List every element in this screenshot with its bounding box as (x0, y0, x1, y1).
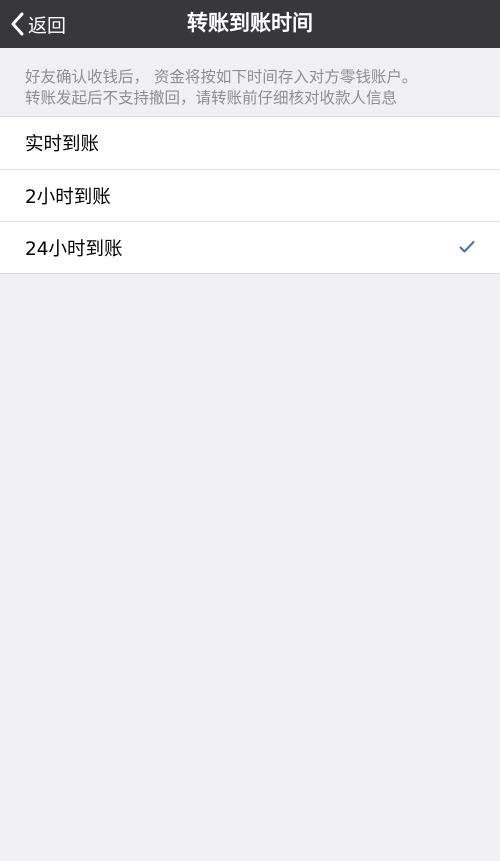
notice-line-1: 好友确认收钱后， 资金将按如下时间存入对方零钱账户。 (25, 68, 418, 86)
transfer-notice: 好友确认收钱后， 资金将按如下时间存入对方零钱账户。 转账发起后不支持撤回，请转… (0, 48, 500, 116)
arrival-time-options: 实时到账 2小时到账 24小时到账 (0, 116, 500, 274)
option-24-hours[interactable]: 24小时到账 (0, 221, 500, 273)
check-icon (459, 241, 475, 253)
option-label: 实时到账 (25, 134, 100, 155)
option-label: 2小时到账 (25, 186, 111, 208)
option-realtime[interactable]: 实时到账 (0, 117, 500, 169)
page-title: 转账到账时间 (187, 11, 313, 35)
notice-line-2: 转账发起后不支持撤回，请转账前仔细核对收款人信息 (25, 89, 398, 107)
option-2-hours[interactable]: 2小时到账 (0, 169, 500, 221)
option-label: 24小时到账 (25, 238, 123, 260)
navigation-bar: 返回 转账到账时间 (0, 0, 500, 48)
